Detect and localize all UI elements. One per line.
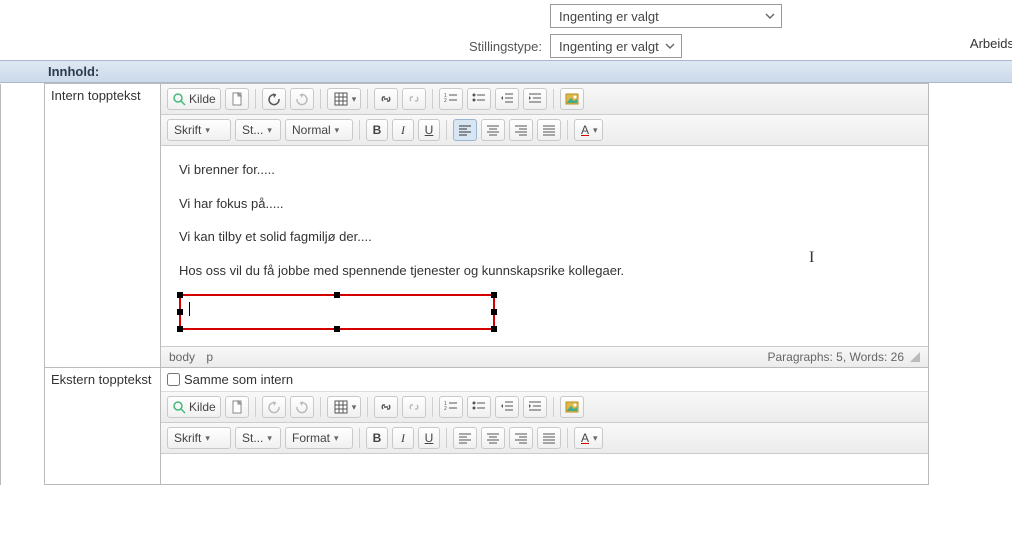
editor-paragraph: Vi kan tilby et solid fagmiljø der.... (179, 227, 910, 247)
editor-paragraph: Vi har fokus på..... (179, 194, 910, 214)
underline-button[interactable]: U (418, 119, 440, 141)
numbered-list-button[interactable]: 12 (439, 396, 463, 418)
redo-button[interactable] (290, 396, 314, 418)
bullet-list-button[interactable] (467, 396, 491, 418)
numbered-list-button[interactable]: 12 (439, 88, 463, 110)
table-button[interactable]: ▾ (327, 88, 362, 110)
new-page-button[interactable] (225, 396, 249, 418)
italic-button[interactable]: I (392, 119, 414, 141)
intern-topptekst-label: Intern topptekst (45, 84, 161, 368)
align-left-button[interactable] (453, 427, 477, 449)
editor-status-bar: body p Paragraphs: 5, Words: 26 (161, 346, 928, 367)
path-body[interactable]: body (169, 350, 195, 364)
bullet-list-button[interactable] (467, 88, 491, 110)
text-color-button[interactable]: A▾ (574, 119, 603, 141)
word-count: Paragraphs: 5, Words: 26 (767, 350, 904, 364)
image-button[interactable] (560, 396, 584, 418)
format-combo[interactable]: Format▾ (285, 427, 353, 449)
editor-paragraph: Vi brenner for..... (179, 160, 910, 180)
selected-element-box[interactable] (179, 294, 495, 330)
align-justify-button[interactable] (537, 427, 561, 449)
resize-handle[interactable] (491, 309, 497, 315)
same-as-internal-label: Samme som intern (184, 372, 293, 387)
text-caret (189, 302, 190, 316)
resize-handle[interactable] (334, 292, 340, 298)
editor-content-area[interactable]: Vi brenner for..... Vi har fokus på.....… (161, 146, 928, 346)
undo-button[interactable] (262, 396, 286, 418)
align-center-button[interactable] (481, 427, 505, 449)
table-button[interactable]: ▾ (327, 396, 362, 418)
same-as-internal-checkbox[interactable] (167, 373, 180, 386)
resize-handle[interactable] (177, 326, 183, 332)
resize-handle[interactable] (491, 292, 497, 298)
svg-text:2: 2 (444, 98, 447, 104)
intern-editor: Kilde (161, 84, 928, 367)
ekstern-topptekst-label: Ekstern topptekst (45, 368, 161, 485)
indent-button[interactable] (523, 396, 547, 418)
editor-paragraph: Hos oss vil du få jobbe med spennende tj… (179, 261, 910, 281)
font-combo[interactable]: Skrift▾ (167, 119, 231, 141)
bold-button[interactable]: B (366, 427, 388, 449)
path-p[interactable]: p (206, 350, 213, 364)
unlink-button[interactable] (402, 88, 426, 110)
top-filter-area: Arbeidsområde: Ingenting er valgt Stilli… (0, 0, 1012, 60)
resize-grip-icon[interactable] (910, 352, 920, 362)
image-button[interactable] (560, 88, 584, 110)
link-button[interactable] (374, 396, 398, 418)
new-page-button[interactable] (225, 88, 249, 110)
editor-toolbar-2: Skrift▾ St...▾ Normal▾ B I U (161, 115, 928, 146)
italic-button[interactable]: I (392, 427, 414, 449)
unlink-button[interactable] (402, 396, 426, 418)
outdent-button[interactable] (495, 396, 519, 418)
chevron-down-icon (765, 11, 775, 21)
text-color-button[interactable]: A▾ (574, 427, 603, 449)
source-button[interactable]: Kilde (167, 88, 221, 110)
align-center-button[interactable] (481, 119, 505, 141)
outdent-button[interactable] (495, 88, 519, 110)
same-as-internal-row: Samme som intern (161, 368, 928, 392)
size-combo[interactable]: St...▾ (235, 119, 281, 141)
section-innhold-header: Innhold: (0, 60, 1012, 83)
format-combo[interactable]: Normal▾ (285, 119, 353, 141)
svg-text:2: 2 (444, 406, 447, 412)
arbeidsomrade-value: Ingenting er valgt (559, 9, 659, 24)
resize-handle[interactable] (334, 326, 340, 332)
font-combo[interactable]: Skrift▾ (167, 427, 231, 449)
resize-handle[interactable] (177, 292, 183, 298)
align-right-button[interactable] (509, 427, 533, 449)
size-combo[interactable]: St...▾ (235, 427, 281, 449)
align-justify-button[interactable] (537, 119, 561, 141)
bold-button[interactable]: B (366, 119, 388, 141)
align-left-button[interactable] (453, 119, 477, 141)
source-button[interactable]: Kilde (167, 396, 221, 418)
chevron-down-icon (665, 41, 675, 51)
redo-button[interactable] (290, 88, 314, 110)
stillingstype-value: Ingenting er valgt (559, 39, 659, 54)
editor-toolbar-1: Kilde (161, 84, 928, 115)
undo-button[interactable] (262, 88, 286, 110)
align-right-button[interactable] (509, 119, 533, 141)
editor-toolbar-2: Skrift▾ St...▾ Format▾ B I U (161, 423, 928, 454)
underline-button[interactable]: U (418, 427, 440, 449)
link-button[interactable] (374, 88, 398, 110)
arbeids-cutoff-label: Arbeids (970, 36, 1012, 51)
resize-handle[interactable] (491, 326, 497, 332)
editor-content-area[interactable] (161, 454, 928, 484)
ekstern-editor: Kilde (161, 392, 928, 484)
indent-button[interactable] (523, 88, 547, 110)
editor-toolbar-1: Kilde (161, 392, 928, 423)
arbeidsomrade-select[interactable]: Ingenting er valgt (550, 4, 782, 28)
stillingstype-label: Stillingstype: (440, 39, 550, 54)
stillingstype-select[interactable]: Ingenting er valgt (550, 34, 682, 58)
resize-handle[interactable] (177, 309, 183, 315)
